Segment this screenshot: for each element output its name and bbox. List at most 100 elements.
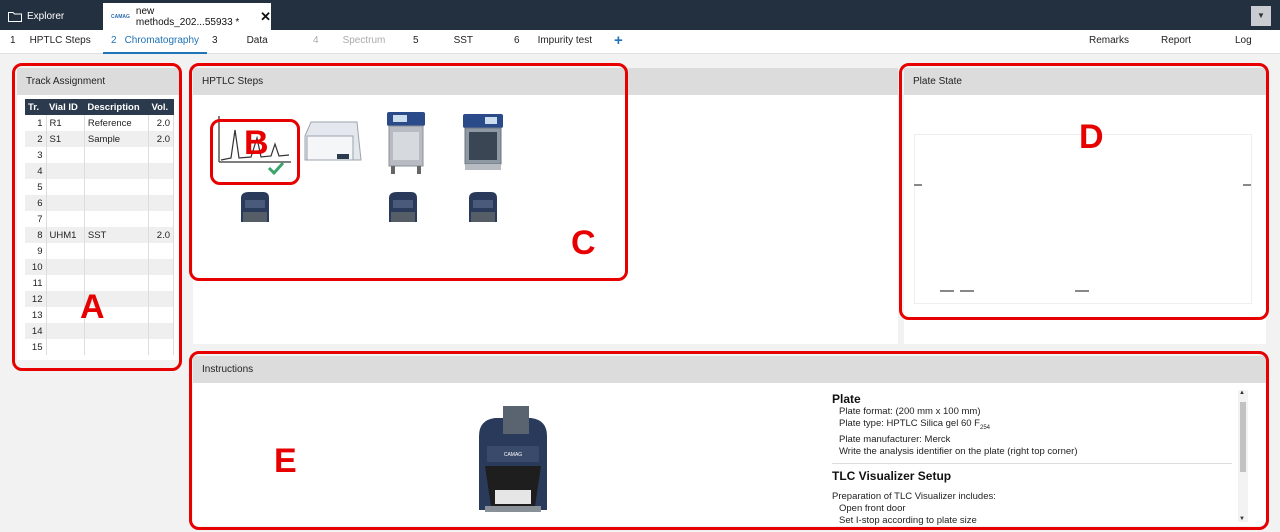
track-cell-vial[interactable]: R1 (46, 115, 85, 131)
track-cell-desc[interactable] (84, 147, 149, 163)
track-cell-desc[interactable]: Reference (84, 115, 149, 131)
track-cell-vial[interactable] (46, 195, 85, 211)
track-cell-vol[interactable] (148, 259, 175, 275)
track-cell-tr[interactable]: 1 (25, 115, 47, 131)
table-row[interactable]: 15 (25, 339, 175, 355)
title-bar: Explorer CAMAG new methods_202...55933 *… (0, 0, 1280, 30)
track-cell-tr[interactable]: 11 (25, 275, 47, 291)
annotation-label-b: B (244, 124, 269, 162)
track-cell-vol[interactable] (148, 307, 175, 323)
track-cell-vial[interactable] (46, 291, 85, 307)
scrollbar-thumb[interactable] (1240, 402, 1246, 472)
track-cell-vial[interactable] (46, 339, 85, 355)
step-sst[interactable]: 5 SST (413, 30, 473, 54)
track-cell-tr[interactable]: 10 (25, 259, 47, 275)
track-cell-desc[interactable] (84, 179, 149, 195)
track-cell-tr[interactable]: 12 (25, 291, 47, 307)
track-cell-vol[interactable] (148, 323, 175, 339)
track-cell-tr[interactable]: 13 (25, 307, 47, 323)
visualizer-device-icon-2[interactable] (383, 190, 423, 226)
close-icon[interactable]: ✕ (260, 9, 271, 25)
table-row[interactable]: 7 (25, 211, 175, 227)
table-row[interactable]: 1 R1 Reference 2.0 (25, 115, 175, 131)
visualizer-step-2: Set I-stop according to plate size (839, 514, 977, 526)
plate-heading: Plate (832, 392, 861, 406)
track-cell-vial[interactable] (46, 275, 85, 291)
track-cell-vial[interactable] (46, 259, 85, 275)
track-cell-vial[interactable] (46, 163, 85, 179)
track-cell-desc[interactable] (84, 243, 149, 259)
track-cell-tr[interactable]: 3 (25, 147, 47, 163)
track-cell-tr[interactable]: 5 (25, 179, 47, 195)
track-cell-tr[interactable]: 9 (25, 243, 47, 259)
step-impurity-test[interactable]: 6 Impurity test (514, 30, 592, 54)
track-cell-tr[interactable]: 6 (25, 195, 47, 211)
track-cell-vol[interactable] (148, 163, 175, 179)
track-cell-vol[interactable] (148, 339, 175, 355)
table-row[interactable]: 4 (25, 163, 175, 179)
track-cell-tr[interactable]: 7 (25, 211, 47, 227)
derivatizer-device-icon[interactable] (459, 112, 507, 174)
track-cell-vial[interactable] (46, 307, 85, 323)
track-cell-desc[interactable] (84, 163, 149, 179)
track-cell-vial[interactable] (46, 323, 85, 339)
track-cell-desc[interactable]: SST (84, 227, 149, 243)
track-cell-vial[interactable] (46, 211, 85, 227)
tab-method[interactable]: CAMAG new methods_202...55933 * ✕ (103, 3, 271, 30)
table-row[interactable]: 6 (25, 195, 175, 211)
table-row[interactable]: 8 UHM1 SST 2.0 (25, 227, 175, 243)
add-step-icon[interactable]: + (614, 32, 623, 49)
plate-track-mark-1 (940, 290, 954, 292)
track-cell-vol[interactable] (148, 147, 175, 163)
table-row[interactable]: 3 (25, 147, 175, 163)
ats4-device-icon[interactable] (299, 116, 363, 168)
track-cell-vol[interactable] (148, 179, 175, 195)
track-cell-desc[interactable]: Sample (84, 131, 149, 147)
visualizer-device-icon-1[interactable] (235, 190, 275, 226)
track-cell-vol[interactable]: 2.0 (148, 227, 175, 243)
track-cell-tr[interactable]: 15 (25, 339, 47, 355)
tab-method-label: new methods_202...55933 * (135, 5, 240, 28)
log-link[interactable]: Log (1235, 30, 1252, 54)
table-row[interactable]: 10 (25, 259, 175, 275)
track-cell-vol[interactable] (148, 275, 175, 291)
track-cell-tr[interactable]: 2 (25, 131, 47, 147)
track-cell-desc[interactable] (84, 195, 149, 211)
step-data[interactable]: 3 Data (212, 30, 268, 54)
track-cell-vial[interactable] (46, 243, 85, 259)
table-row[interactable]: 9 (25, 243, 175, 259)
step-hptlc-steps[interactable]: 1 HPTLC Steps (10, 30, 91, 54)
step-spectrum[interactable]: 4 Spectrum (313, 30, 385, 54)
track-cell-desc[interactable] (84, 211, 149, 227)
col-vial-id: Vial ID (46, 99, 85, 115)
adc2-device-icon[interactable] (383, 110, 429, 176)
track-cell-vol[interactable] (148, 195, 175, 211)
track-cell-tr[interactable]: 4 (25, 163, 47, 179)
instructions-scrollbar[interactable]: ▲ ▼ (1238, 390, 1248, 522)
tab-explorer[interactable]: Explorer (0, 3, 100, 30)
scroll-up-icon[interactable]: ▲ (1239, 390, 1245, 396)
track-cell-vial[interactable]: UHM1 (46, 227, 85, 243)
table-row[interactable]: 5 (25, 179, 175, 195)
track-cell-vol[interactable] (148, 243, 175, 259)
plate-marker-right (1243, 184, 1251, 186)
track-cell-desc[interactable] (84, 339, 149, 355)
track-cell-vol[interactable]: 2.0 (148, 131, 175, 147)
track-cell-desc[interactable] (84, 259, 149, 275)
track-cell-vol[interactable] (148, 211, 175, 227)
report-link[interactable]: Report (1161, 30, 1191, 54)
remarks-link[interactable]: Remarks (1089, 30, 1129, 54)
track-cell-vol[interactable] (148, 291, 175, 307)
track-cell-tr[interactable]: 14 (25, 323, 47, 339)
track-cell-vial[interactable] (46, 147, 85, 163)
step-chromatography[interactable]: 2 Chromatography (103, 30, 208, 54)
track-cell-tr[interactable]: 8 (25, 227, 47, 243)
track-cell-vial[interactable] (46, 179, 85, 195)
table-row[interactable]: 2 S1 Sample 2.0 (25, 131, 175, 147)
visualizer-device-icon-3[interactable] (463, 190, 503, 226)
chevron-down-icon[interactable]: ▼ (1251, 6, 1271, 26)
scroll-down-icon[interactable]: ▼ (1239, 516, 1245, 522)
track-cell-vol[interactable]: 2.0 (148, 115, 175, 131)
track-cell-vial[interactable]: S1 (46, 131, 85, 147)
hptlc-steps-title: HPTLC Steps (193, 68, 898, 95)
